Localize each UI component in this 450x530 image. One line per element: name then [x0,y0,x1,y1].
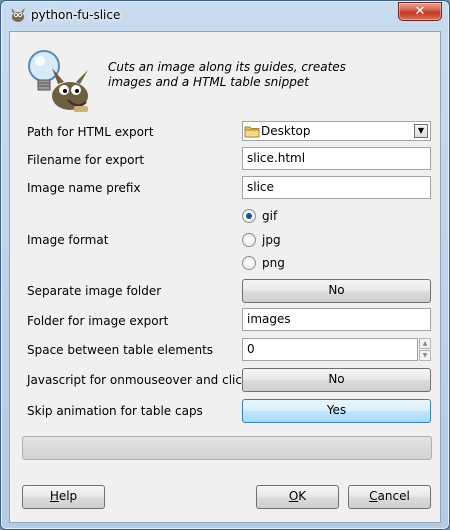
spin-down-icon[interactable]: ▼ [419,350,431,361]
space-label: Space between table elements [27,343,214,357]
cancel-button[interactable]: Cancel [348,485,431,509]
filename-label: Filename for export [27,153,145,167]
filename-input[interactable]: slice.html [242,147,431,170]
window-title: python-fu-slice [31,8,121,22]
prefix-label: Image name prefix [27,181,141,195]
help-mnemonic: H [49,489,59,503]
path-label: Path for HTML export [27,125,154,139]
format-gif-label[interactable]: gif [262,209,277,223]
gimp-app-icon [11,8,25,22]
close-icon: ✕ [414,4,426,19]
ok-mnemonic: O [288,489,299,503]
title-bar[interactable]: python-fu-slice ✕ [1,1,449,29]
skip-caps-toggle[interactable]: Yes [242,399,431,423]
format-radio-gif[interactable] [242,209,256,223]
space-spinbutton[interactable]: 0 [242,338,418,361]
dialog-window: python-fu-slice ✕ Cuts an image along it… [0,0,450,530]
folder-input[interactable]: images [242,308,431,331]
wilber-lightbulb-icon [28,50,88,112]
format-radio-jpg[interactable] [242,233,256,247]
skip-caps-label: Skip animation for table caps [27,404,203,418]
help-label-rest: elp [58,489,78,503]
path-combobox[interactable]: Desktop ▼ [242,121,431,141]
path-value: Desktop [261,124,311,138]
separate-folder-label: Separate image folder [27,284,162,298]
close-button[interactable]: ✕ [398,2,442,21]
plugin-header: Cuts an image along its guides, creates … [22,40,432,116]
format-radio-png[interactable] [242,256,256,270]
javascript-label: Javascript for onmouseover and clicked [27,373,264,387]
format-jpg-label[interactable]: jpg [262,233,281,247]
plugin-description: Cuts an image along its guides, creates … [108,60,346,89]
folder-icon [244,126,260,138]
image-format-label: Image format [27,233,109,247]
folder-label: Folder for image export [27,314,169,328]
prefix-input[interactable]: slice [242,176,431,199]
separate-folder-toggle[interactable]: No [242,279,431,303]
progress-bar [22,436,432,460]
help-button[interactable]: Help [22,485,105,509]
ok-button[interactable]: OK [256,485,339,509]
spin-up-icon[interactable]: ▲ [419,338,431,349]
ok-label-rest: K [298,489,307,503]
cancel-label-rest: ancel [377,489,410,503]
format-png-label[interactable]: png [262,256,285,270]
cancel-mnemonic: C [369,489,378,503]
javascript-toggle[interactable]: No [242,368,431,392]
dialog-content: Cuts an image along its guides, creates … [9,31,441,523]
dropdown-arrow-icon[interactable]: ▼ [414,124,428,138]
